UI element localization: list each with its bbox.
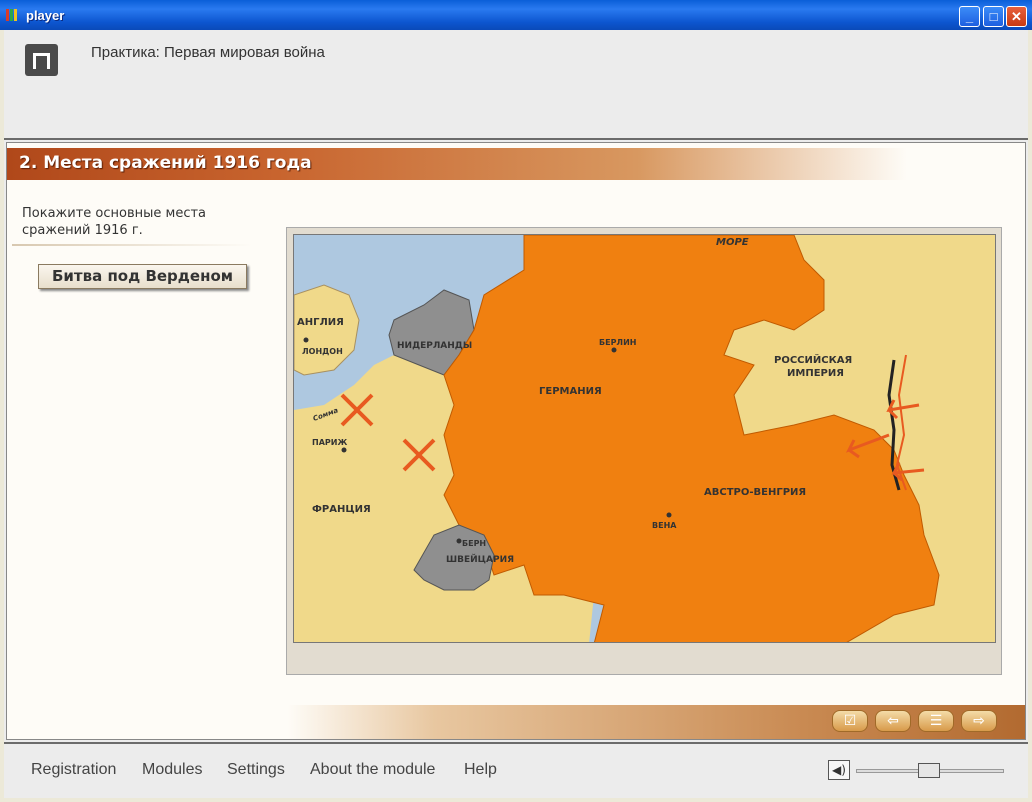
battle-somme-marker — [340, 393, 374, 427]
volume-slider-thumb[interactable] — [918, 763, 940, 778]
section-header: 2. Места сражений 1916 года — [7, 148, 907, 180]
menu-settings[interactable]: Settings — [227, 761, 285, 779]
menu-registration[interactable]: Registration — [31, 761, 116, 779]
battle-verdun-button[interactable]: Битва под Верденом — [38, 264, 247, 289]
instruction-text: Покажите основные места сражений 1916 г. — [22, 206, 207, 238]
label-vienna: ВЕНА — [652, 521, 677, 530]
london-dot — [303, 337, 309, 343]
central-powers-land — [443, 235, 940, 642]
paris-dot — [341, 447, 347, 453]
map-frame: МОРЕ АНГЛИЯ ЛОНДОН НИДЕРЛАНДЫ ПАРИЖ ФРАН… — [286, 227, 1002, 675]
content-panel: 2. Места сражений 1916 года Покажите осн… — [6, 142, 1026, 740]
maximize-button[interactable]: □ — [983, 6, 1004, 27]
app-client: Практика: Первая мировая война 2. Места … — [4, 30, 1028, 798]
course-title: Практика: Первая мировая война — [91, 44, 325, 61]
menu-help[interactable]: Help — [464, 761, 497, 779]
berlin-dot — [611, 347, 617, 353]
label-austria: АВСТРО-ВЕНГРИЯ — [704, 487, 806, 498]
speaker-icon[interactable]: ◀) — [828, 760, 850, 780]
app-icon — [6, 9, 17, 21]
map[interactable]: МОРЕ АНГЛИЯ ЛОНДОН НИДЕРЛАНДЫ ПАРИЖ ФРАН… — [293, 234, 996, 643]
menu-about[interactable]: About the module — [310, 761, 435, 779]
minimize-button[interactable]: _ — [959, 6, 980, 27]
menu-button[interactable]: ☰ — [918, 710, 954, 732]
label-sea: МОРЕ — [716, 237, 749, 248]
window-titlebar: player _ □ ✕ — [0, 0, 1032, 30]
label-berlin: БЕРЛИН — [599, 338, 636, 347]
check-button[interactable]: ☑ — [832, 710, 868, 732]
logo-icon — [25, 44, 58, 76]
vienna-dot — [666, 512, 672, 518]
footer: Registration Modules Settings About the … — [4, 742, 1028, 798]
label-germany: ГЕРМАНИЯ — [539, 386, 602, 397]
label-paris: ПАРИЖ — [312, 438, 347, 447]
label-netherlands: НИДЕРЛАНДЫ — [397, 341, 472, 351]
label-england: АНГЛИЯ — [297, 317, 344, 328]
label-switzerland: ШВЕЙЦАРИЯ — [446, 553, 514, 565]
label-russia-1: РОССИЙСКАЯ — [774, 353, 852, 366]
app-header: Практика: Первая мировая война — [4, 30, 1028, 140]
label-london: ЛОНДОН — [302, 347, 343, 356]
advance-arrow — [886, 399, 920, 420]
map-svg: МОРЕ АНГЛИЯ ЛОНДОН НИДЕРЛАНДЫ ПАРИЖ ФРАН… — [294, 235, 940, 642]
window-title: player — [26, 8, 65, 23]
label-somme: Сомма — [312, 406, 340, 423]
menu-modules[interactable]: Modules — [142, 761, 202, 779]
divider — [12, 244, 252, 246]
close-button[interactable]: ✕ — [1006, 6, 1027, 27]
section-title: 2. Места сражений 1916 года — [19, 153, 312, 173]
battle-verdun-marker — [402, 438, 436, 472]
advance-arrow — [891, 462, 925, 482]
bern-dot — [456, 538, 462, 544]
label-russia-2: ИМПЕРИЯ — [787, 368, 844, 379]
label-france: ФРАНЦИЯ — [312, 504, 371, 515]
back-button[interactable]: ⇦ — [875, 710, 911, 732]
next-button[interactable]: ⇨ — [961, 710, 997, 732]
navigation-strip — [287, 705, 1025, 739]
label-bern: БЕРН — [462, 539, 486, 548]
